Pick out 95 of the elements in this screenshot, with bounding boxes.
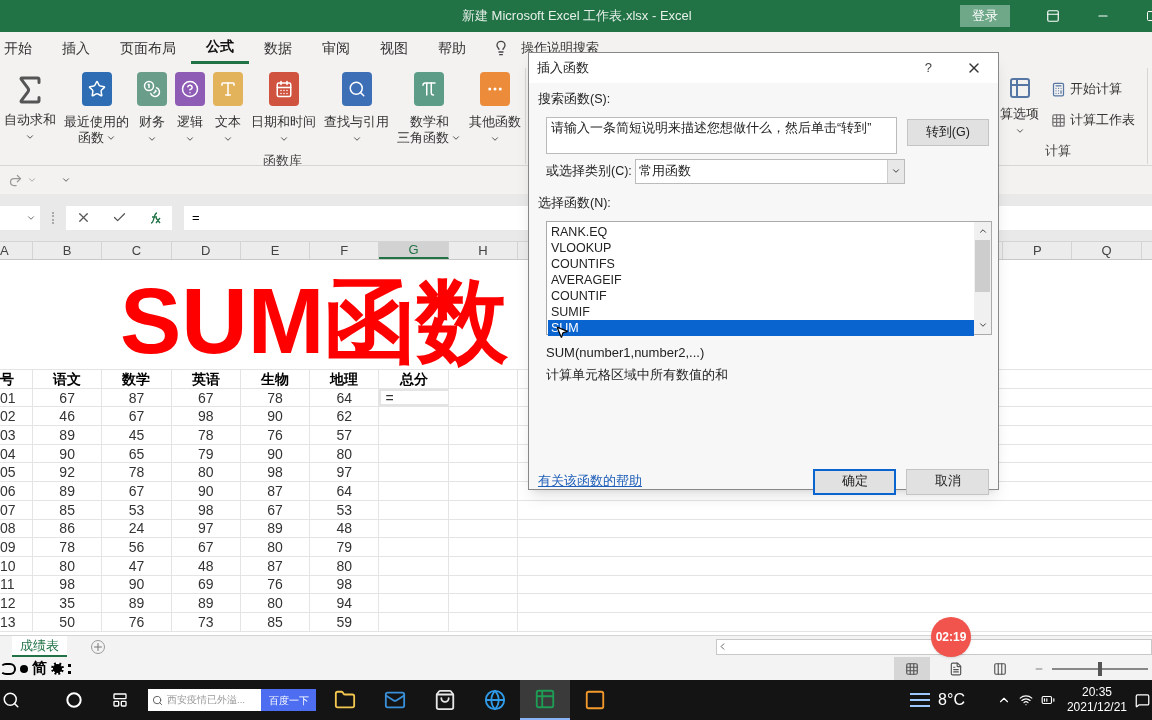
table-cell: 53 [336,502,353,517]
table-cell: 97 [197,521,214,536]
table-cell: 80 [267,540,283,555]
table-cell: 10 [0,558,16,573]
table-cell: 64 [336,483,353,498]
category-label: 或选择类别(C): [546,162,632,180]
table-cell: 67 [128,483,145,498]
table-cell: 76 [267,427,283,442]
table-cell: 79 [336,540,353,555]
table-cell: 90 [128,577,145,592]
table-cell: 98 [197,409,214,424]
recording-timer: 02:19 [931,617,971,657]
group-label: 计算 [1045,143,1072,160]
table-cell: 46 [59,409,75,424]
table-cell: 78 [197,427,214,442]
column-heading: 地理 [330,371,359,386]
table-cell: 02 [0,409,16,424]
table-cell: 87 [267,558,283,573]
table-cell: 45 [128,427,145,442]
function-description: 计算单元格区域中所有数值的和 [546,367,728,384]
table-cell: 87 [267,483,283,498]
table-cell: 85 [59,502,75,517]
table-cell: 35 [59,596,75,611]
table-cell: 90 [59,446,75,461]
table-cell: 98 [197,502,214,517]
table-cell: 86 [59,521,75,536]
table-cell: 48 [336,521,353,536]
column-heading: 数学 [122,371,151,386]
table-cell: 89 [197,596,214,611]
table-cell: 76 [128,614,145,629]
table-cell: 69 [197,577,214,592]
table-cell: 87 [128,390,145,405]
table-cell: 89 [59,483,75,498]
table-cell: 92 [59,465,75,480]
function-signature: SUM(number1,number2,...) [546,343,705,362]
table-cell: 50 [59,614,75,629]
table-cell: 98 [336,577,353,592]
dialog-title: 插入函数 [537,59,589,78]
table-cell: 59 [336,614,353,629]
table-cell: 98 [59,577,75,592]
table-cell: 67 [197,390,214,405]
table-cell: 90 [267,446,283,461]
column-heading: 总分 [399,371,428,386]
table-cell: 97 [336,465,353,480]
table-cell: 94 [336,596,353,611]
table-cell: 85 [267,614,283,629]
table-cell: 80 [336,558,353,573]
table-cell: 80 [59,558,75,573]
table-cell: 90 [267,409,283,424]
table-cell: 78 [59,540,75,555]
table-cell: 67 [267,502,283,517]
table-cell: 03 [0,427,16,442]
table-cell: 07 [0,502,16,517]
table-cell: 06 [0,483,16,498]
table-cell: 56 [128,540,145,555]
table-cell: 73 [197,614,214,629]
table-cell: 01 [0,390,16,405]
table-cell: 78 [267,390,283,405]
table-cell: 79 [197,446,214,461]
table-cell: 67 [197,540,214,555]
table-cell: 90 [197,483,214,498]
table-cell: 67 [59,390,75,405]
column-heading: 生物 [261,371,290,386]
sheet-title: SUM函数 [120,274,509,367]
table-cell: 04 [0,446,16,461]
table-cell: 62 [336,409,353,424]
table-cell: 76 [267,577,283,592]
table-cell: 98 [267,465,283,480]
table-cell: 67 [128,409,145,424]
search-label: 搜索函数(S): [538,92,611,106]
table-cell: 48 [197,558,214,573]
table-cell: 89 [128,596,145,611]
table-cell: 11 [0,577,15,592]
table-cell: 53 [128,502,145,517]
column-heading: 语文 [53,371,82,386]
window-title: 新建 Microsoft Excel 工作表.xlsx - Excel [462,7,692,26]
table-cell: 89 [267,521,283,536]
table-cell: 47 [128,558,145,573]
table-cell: 80 [267,596,283,611]
table-cell: 12 [0,596,16,611]
table-cell: 80 [197,465,214,480]
column-heading: 号 [0,371,14,386]
table-cell: 64 [336,390,353,405]
table-cell: 13 [0,614,16,629]
table-cell: 24 [128,521,145,536]
table-cell: 89 [59,427,75,442]
table-cell: 65 [128,446,145,461]
column-heading: 英语 [191,371,220,386]
table-cell: 08 [0,521,16,536]
table-cell: 57 [336,427,353,442]
table-cell: 09 [0,540,16,555]
table-cell: 05 [0,465,16,480]
group-label: 函数库 [262,153,302,170]
table-cell: 78 [128,465,145,480]
table-cell: 80 [336,446,353,461]
